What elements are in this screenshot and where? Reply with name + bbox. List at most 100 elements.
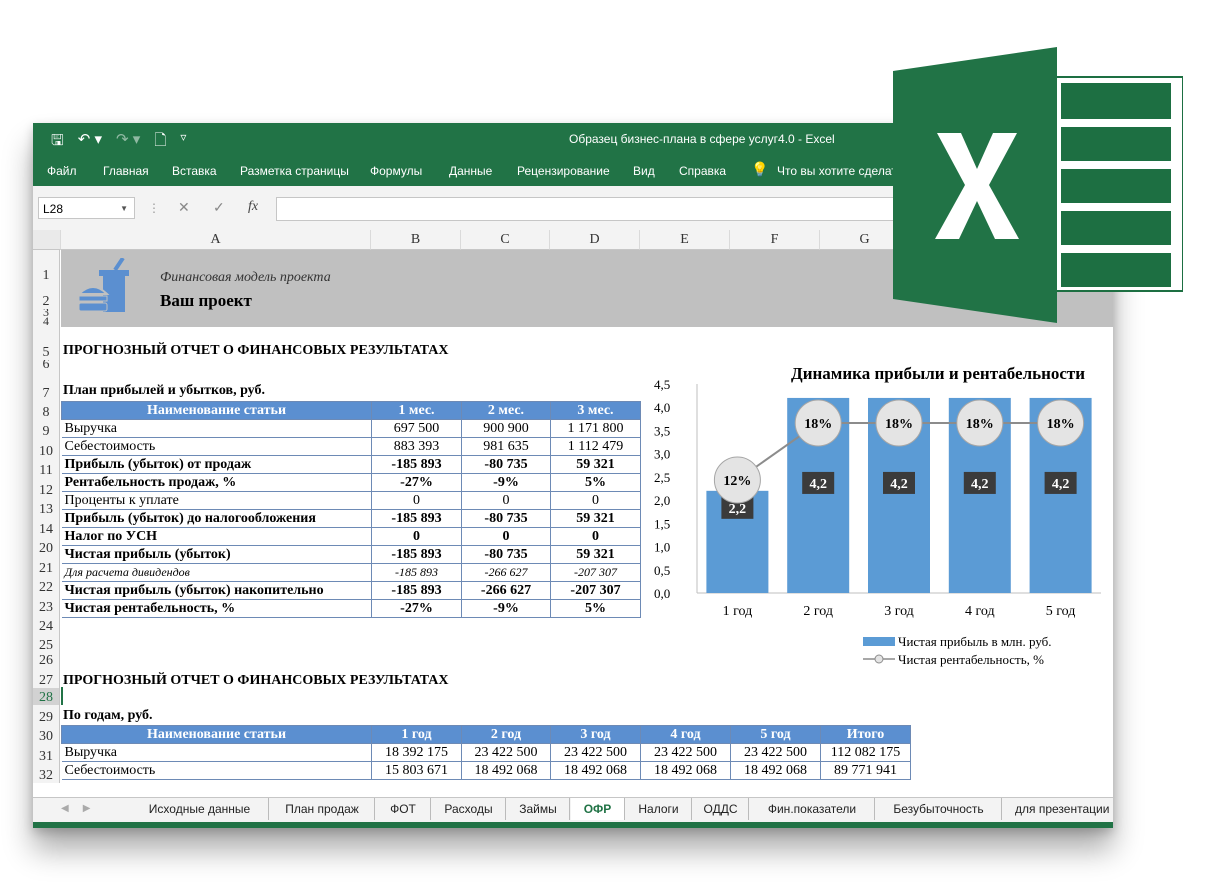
value-cell[interactable]: -266 627 [461, 563, 551, 582]
value-cell[interactable]: 1 171 800 [550, 419, 641, 438]
column-header-a[interactable]: A [61, 230, 371, 250]
sheet-tab-presentation[interactable]: для презентации [1003, 798, 1113, 820]
table-row[interactable]: Себестоимость 15 803 671 18 492 068 18 492 … [61, 761, 911, 780]
row-header[interactable]: 23 [33, 595, 60, 615]
value-cell[interactable]: 18 492 068 [461, 761, 551, 780]
value-cell[interactable]: -80 735 [461, 455, 551, 474]
value-cell[interactable]: -185 893 [371, 563, 462, 582]
row-header[interactable]: 30 [33, 725, 60, 744]
row-header[interactable]: 12 [33, 478, 60, 498]
row-label[interactable]: Прибыль (убыток) от продаж [61, 455, 372, 474]
row-label[interactable]: Прибыль (убыток) до налогообложения [61, 509, 372, 528]
value-cell[interactable]: 59 321 [550, 509, 641, 528]
sheet-tab-loans[interactable]: Займы [507, 798, 570, 820]
ribbon-tab-page-layout[interactable]: Разметка страницы [240, 164, 349, 178]
row-header[interactable]: 5 [33, 326, 60, 360]
ribbon-tab-home[interactable]: Главная [103, 164, 149, 178]
column-header-e[interactable]: E [640, 230, 730, 250]
value-cell[interactable]: -185 893 [371, 509, 462, 528]
row-label[interactable]: Чистая прибыль (убыток) накопительно [61, 581, 372, 600]
value-cell[interactable]: 23 422 500 [640, 743, 731, 762]
table-row[interactable]: Чистая прибыль (убыток) -185 893 -80 735 59… [61, 545, 641, 564]
ribbon-tab-file[interactable]: Файл [47, 164, 77, 178]
value-cell[interactable]: -9% [461, 473, 551, 492]
value-cell[interactable]: 883 393 [371, 437, 462, 456]
value-cell[interactable]: -185 893 [371, 545, 462, 564]
row-header[interactable]: 22 [33, 576, 60, 595]
row-label[interactable]: Выручка [61, 743, 372, 762]
ribbon-tab-view[interactable]: Вид [633, 164, 655, 178]
table-row[interactable]: Прибыль (убыток) от продаж -185 893 -80 73… [61, 455, 641, 474]
row-header[interactable]: 6 [33, 360, 60, 371]
select-all-corner[interactable] [33, 230, 61, 250]
row-header[interactable]: 29 [33, 705, 60, 725]
value-cell[interactable]: -27% [371, 599, 462, 618]
table-row[interactable]: Выручка 18 392 175 23 422 500 23 422 500 23 … [61, 743, 911, 762]
save-icon[interactable]: 🖫 [51, 130, 64, 155]
customize-qat-icon[interactable]: ▿ [180, 130, 186, 155]
row-header[interactable]: 31 [33, 744, 60, 764]
row-header[interactable]: 8 [33, 401, 60, 420]
value-cell[interactable]: 0 [371, 491, 462, 510]
value-cell[interactable]: 0 [550, 527, 641, 546]
row-label[interactable]: Рентабельность продаж, % [61, 473, 372, 492]
row-label[interactable]: Чистая прибыль (убыток) [61, 545, 372, 564]
value-cell[interactable]: -27% [371, 473, 462, 492]
row-label[interactable]: Чистая рентабельность, % [61, 599, 372, 618]
value-cell[interactable]: 23 422 500 [730, 743, 821, 762]
row-header[interactable]: 26 [33, 653, 60, 668]
value-cell[interactable]: -80 735 [461, 545, 551, 564]
tell-me-search[interactable]: Что вы хотите сделать? [777, 164, 910, 178]
value-cell[interactable]: 697 500 [371, 419, 462, 438]
profit-chart[interactable]: Динамика прибыли и рентабельности 0,0 0,5 1… [651, 358, 1111, 668]
row-label[interactable]: Выручка [61, 419, 372, 438]
table-row[interactable]: Выручка 697 500 900 900 1 171 800 [61, 419, 641, 438]
ribbon-tab-formulas[interactable]: Формулы [370, 164, 422, 178]
table-row[interactable]: Чистая прибыль (убыток) накопительно -185… [61, 581, 641, 600]
row-header[interactable]: 1 [33, 250, 60, 283]
undo-icon[interactable]: ↶ ▾ [78, 130, 102, 155]
value-cell[interactable]: 89 771 941 [820, 761, 911, 780]
row-header[interactable]: 9 [33, 420, 60, 439]
sheet-tab-cashflow[interactable]: ОДДС [693, 798, 749, 820]
sheet-tab-source-data[interactable]: Исходные данные [131, 798, 269, 820]
value-cell[interactable]: 0 [461, 491, 551, 510]
table-row[interactable]: Проценты к уплате 0 0 0 [61, 491, 641, 510]
row-header[interactable]: 11 [33, 459, 60, 478]
value-cell[interactable]: 112 082 175 [820, 743, 911, 762]
value-cell[interactable]: 0 [461, 527, 551, 546]
sheet-tab-break-even[interactable]: Безубыточность [876, 798, 1002, 820]
sheet-tab-payroll[interactable]: ФОТ [376, 798, 431, 820]
value-cell[interactable]: -266 627 [461, 581, 551, 600]
row-header[interactable]: 2 [33, 283, 60, 309]
table-row[interactable]: Налог по УСН 0 0 0 [61, 527, 641, 546]
row-header[interactable]: 32 [33, 764, 60, 783]
value-cell[interactable]: 23 422 500 [550, 743, 641, 762]
column-header-d[interactable]: D [550, 230, 640, 250]
row-header[interactable]: 21 [33, 556, 60, 576]
value-cell[interactable]: 1 112 479 [550, 437, 641, 456]
row-header[interactable]: 10 [33, 439, 60, 459]
value-cell[interactable]: 18 492 068 [640, 761, 731, 780]
row-label[interactable]: Налог по УСН [61, 527, 372, 546]
value-cell[interactable]: 23 422 500 [461, 743, 551, 762]
value-cell[interactable]: 981 635 [461, 437, 551, 456]
column-header-f[interactable]: F [730, 230, 820, 250]
column-header-c[interactable]: C [461, 230, 550, 250]
row-header[interactable]: 4 [33, 317, 60, 326]
row-header[interactable]: 27 [33, 668, 60, 688]
sheet-tab-ofr-active[interactable]: ОФР [571, 798, 625, 820]
row-header[interactable]: 25 [33, 634, 60, 653]
value-cell[interactable]: 59 321 [550, 545, 641, 564]
value-cell[interactable]: -80 735 [461, 509, 551, 528]
cancel-icon[interactable]: ✕ [178, 199, 190, 216]
table-row[interactable]: Прибыль (убыток) до налогообложения -185 … [61, 509, 641, 528]
table-row[interactable]: Чистая рентабельность, % -27% -9% 5% [61, 599, 641, 618]
value-cell[interactable]: -185 893 [371, 581, 462, 600]
value-cell[interactable]: -185 893 [371, 455, 462, 474]
row-header[interactable]: 20 [33, 537, 60, 556]
row-header[interactable]: 24 [33, 615, 60, 634]
value-cell[interactable]: 5% [550, 599, 641, 618]
value-cell[interactable]: -207 307 [550, 563, 641, 582]
value-cell[interactable]: -207 307 [550, 581, 641, 600]
